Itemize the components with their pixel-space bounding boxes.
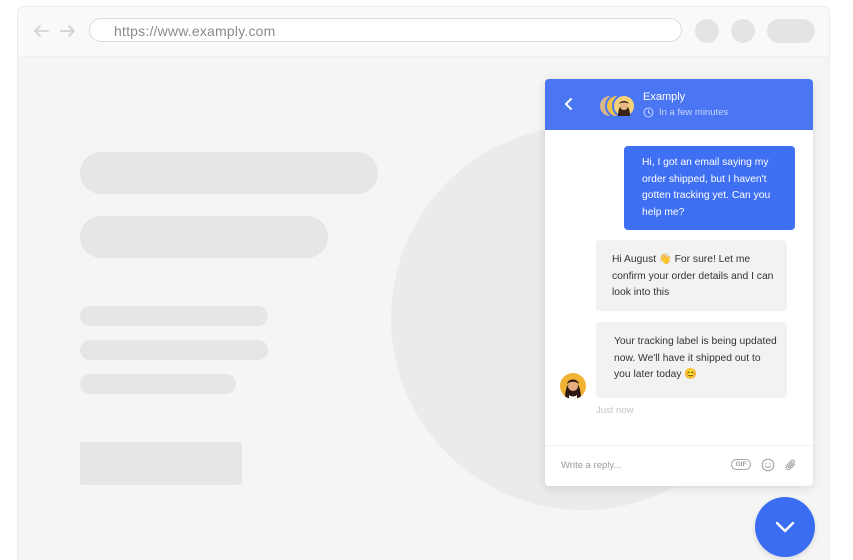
placeholder-heading [80, 152, 378, 194]
reply-input[interactable] [561, 457, 711, 473]
composer-divider [545, 445, 813, 446]
chevron-left-icon[interactable] [564, 98, 574, 110]
chat-launcher-button[interactable] [755, 497, 815, 557]
agent-message: Hi August 👋 For sure! Let me confirm you… [596, 240, 787, 311]
placeholder-button [80, 442, 242, 485]
agent-avatar [560, 373, 586, 399]
toolbar-circle-button[interactable] [695, 19, 719, 43]
arrow-left-icon[interactable] [32, 24, 50, 38]
user-message: Hi, I got an email saying my order shipp… [624, 146, 795, 230]
chat-header: Examply In a few minutes [545, 79, 813, 130]
browser-toolbar: https://www.examply.com [18, 7, 829, 57]
clock-icon [643, 107, 654, 118]
arrow-right-icon[interactable] [59, 24, 77, 38]
chevron-down-icon [775, 521, 795, 533]
chat-widget: Examply In a few minutes Hi, I got an em… [545, 79, 813, 486]
avatar-face-icon [618, 101, 630, 116]
address-bar[interactable]: https://www.examply.com [89, 18, 682, 42]
team-avatars [598, 94, 636, 118]
message-timestamp: Just now [596, 405, 634, 416]
url-text: https://www.examply.com [114, 23, 276, 39]
agent-face-icon [565, 379, 581, 399]
paperclip-icon[interactable] [784, 458, 798, 472]
agent-message: Your tracking label is being updated now… [596, 322, 787, 398]
chat-title: Examply [643, 91, 686, 103]
toolbar-pill-button[interactable] [767, 19, 815, 43]
placeholder-text-line [80, 340, 268, 360]
placeholder-text-line [80, 374, 236, 394]
placeholder-subheading [80, 216, 328, 258]
toolbar-circle-button[interactable] [731, 19, 755, 43]
avatar [612, 94, 636, 118]
response-time: In a few minutes [659, 107, 729, 118]
smiley-icon[interactable] [761, 458, 775, 472]
placeholder-text-line [80, 306, 268, 326]
gif-button[interactable]: GIF [731, 459, 751, 470]
